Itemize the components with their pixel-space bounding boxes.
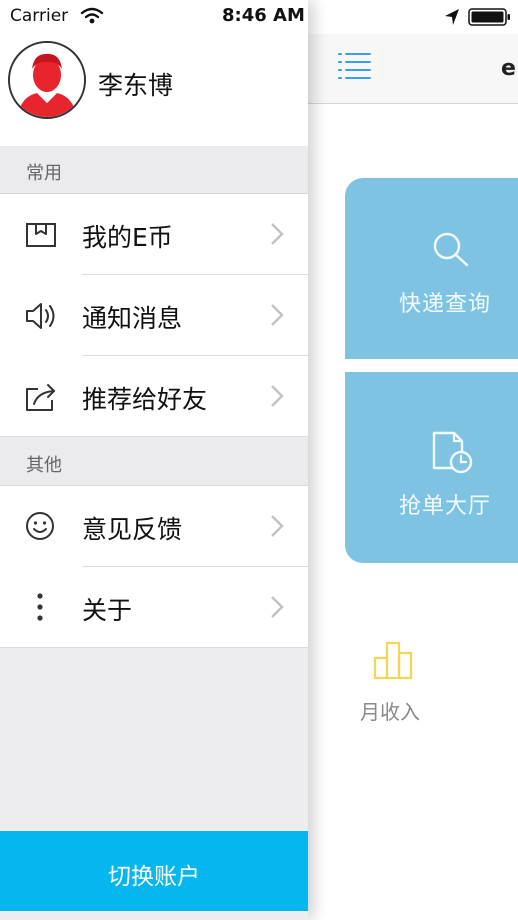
chevron-right-icon <box>270 222 284 250</box>
switch-account-button[interactable]: 切换账户 <box>0 831 308 911</box>
menu-item-about[interactable]: 关于 <box>0 567 308 648</box>
user-avatar-icon[interactable] <box>8 41 86 119</box>
carrier-label: Carrier <box>10 6 69 26</box>
wifi-icon <box>80 7 104 29</box>
divider <box>0 436 308 437</box>
drawer-bottom-strip <box>0 911 308 920</box>
menu-item-label: 关于 <box>82 596 133 625</box>
menu-item-label: 我的E币 <box>82 223 173 252</box>
app-screen: e 快递查询 抢单大厅 月收入 Carrier 8:46 AM 李东博 常用 我… <box>0 0 518 920</box>
chevron-right-icon <box>270 595 284 623</box>
search-icon <box>430 230 474 274</box>
menu-item-notifications[interactable]: 通知消息 <box>0 275 308 356</box>
document-clock-icon <box>430 430 476 478</box>
menu-item-feedback[interactable]: 意见反馈 <box>0 486 308 567</box>
menu-item-label: 意见反馈 <box>82 515 183 544</box>
express-query-label: 快递查询 <box>399 292 492 317</box>
main-nav-bar: e <box>308 34 518 104</box>
chevron-right-icon <box>270 303 284 331</box>
battery-icon <box>468 8 512 30</box>
monthly-income[interactable]: 月收入 <box>358 638 438 728</box>
section-header-other: 其他 <box>0 438 308 486</box>
location-arrow-icon <box>444 8 460 30</box>
box-icon <box>24 218 58 252</box>
list-menu-icon[interactable] <box>336 48 372 84</box>
share-icon <box>24 380 58 414</box>
menu-item-label: 通知消息 <box>82 304 183 333</box>
status-time: 8:46 AM <box>222 5 305 26</box>
status-bar: Carrier 8:46 AM <box>0 0 518 34</box>
section-title: 其他 <box>26 455 62 476</box>
express-query-tile[interactable]: 快递查询 <box>345 178 518 359</box>
smiley-icon <box>24 510 58 544</box>
chevron-right-icon <box>270 384 284 412</box>
section-title: 常用 <box>26 163 62 184</box>
bar-chart-icon <box>373 640 417 684</box>
section-header-common: 常用 <box>0 146 308 194</box>
speaker-icon <box>24 299 58 333</box>
order-hall-label: 抢单大厅 <box>399 494 492 519</box>
main-nav-title: e <box>501 56 516 81</box>
monthly-income-label: 月收入 <box>360 700 420 724</box>
menu-item-my-coins[interactable]: 我的E币 <box>0 194 308 275</box>
menu-item-label: 推荐给好友 <box>82 385 208 414</box>
more-vertical-icon <box>24 591 58 625</box>
order-hall-tile[interactable]: 抢单大厅 <box>345 372 518 563</box>
user-name: 李东博 <box>98 71 174 100</box>
menu-item-recommend[interactable]: 推荐给好友 <box>0 356 308 437</box>
side-drawer: 李东博 常用 我的E币 通知消息 推荐给好友 其他 意见反馈 关于 切换账户 <box>0 0 308 920</box>
divider <box>0 647 308 648</box>
chevron-right-icon <box>270 514 284 542</box>
switch-account-label: 切换账户 <box>108 864 200 890</box>
